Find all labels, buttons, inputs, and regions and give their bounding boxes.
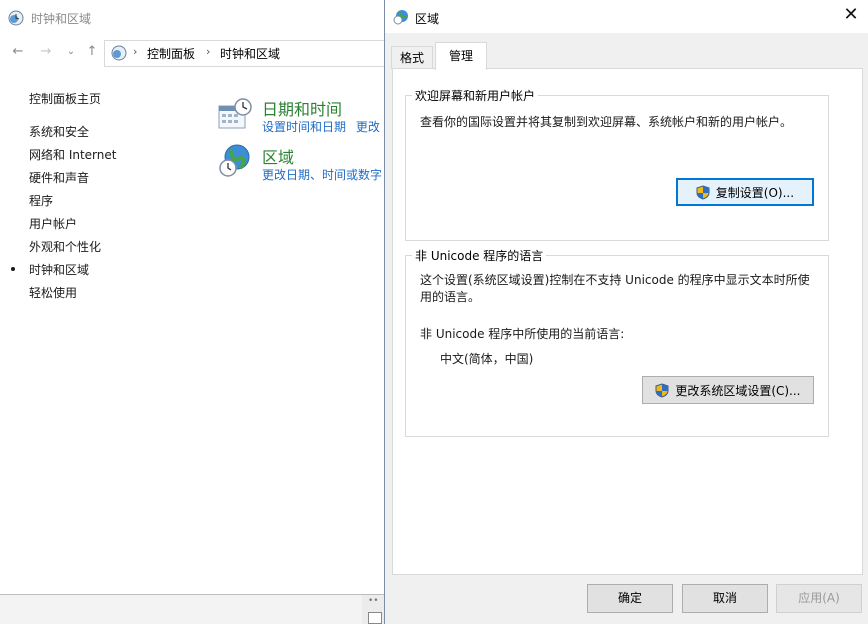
taskbar-area bbox=[0, 592, 385, 624]
sidebar-item-network[interactable]: 网络和 Internet bbox=[29, 146, 116, 163]
clock-region-icon bbox=[8, 10, 24, 26]
current-language-value: 中文(简体，中国) bbox=[440, 352, 534, 366]
tab-page-administrative: 欢迎屏幕和新用户帐户 查看你的国际设置并将其复制到欢迎屏幕、系统帐户和新的用户帐… bbox=[392, 68, 863, 575]
apply-button[interactable]: 应用(A) bbox=[776, 584, 862, 613]
welcome-group-description: 查看你的国际设置并将其复制到欢迎屏幕、系统帐户和新的用户帐户。 bbox=[420, 115, 793, 129]
forward-arrow-icon[interactable]: → bbox=[38, 44, 54, 60]
control-panel-window: 时钟和区域 ← → ⌄ ↑ › 控制面板 › 时钟和区域 控制面板主页 系统和安… bbox=[0, 0, 386, 595]
sidebar-item-home[interactable]: 控制面板主页 bbox=[29, 90, 101, 107]
non-unicode-group: 非 Unicode 程序的语言 这个设置(系统区域设置)控制在不支持 Unico… bbox=[405, 247, 829, 437]
sidebar-item-programs[interactable]: 程序 bbox=[29, 192, 53, 209]
copy-settings-button[interactable]: 复制设置(O)... bbox=[676, 178, 814, 206]
address-bar[interactable]: › 控制面板 › 时钟和区域 bbox=[104, 40, 386, 67]
back-arrow-icon[interactable]: ← bbox=[10, 44, 26, 60]
category-links-date-time: 设置时间和日期 更改 bbox=[262, 118, 386, 135]
region-dialog: 区域 ✕ 格式 管理 欢迎屏幕和新用户帐户 查看你的国际设置并将其复制到欢迎屏幕… bbox=[384, 0, 868, 624]
change-system-locale-button[interactable]: 更改系统区域设置(C)... bbox=[642, 376, 814, 404]
sidebar-item-accounts[interactable]: 用户帐户 bbox=[29, 215, 77, 232]
category-links-region: 更改日期、时间或数字 bbox=[262, 166, 388, 183]
welcome-screen-group: 欢迎屏幕和新用户帐户 查看你的国际设置并将其复制到欢迎屏幕、系统帐户和新的用户帐… bbox=[405, 87, 829, 241]
recent-dropdown-icon[interactable]: ⌄ bbox=[63, 44, 79, 60]
sidebar-item-security[interactable]: 系统和安全 bbox=[29, 123, 89, 140]
breadcrumb-control-panel[interactable]: 控制面板 bbox=[147, 45, 195, 62]
resize-dots-icon: •• bbox=[368, 596, 379, 606]
chevron-right-icon: › bbox=[206, 45, 211, 58]
current-language-label: 非 Unicode 程序中所使用的当前语言: bbox=[420, 327, 625, 341]
non-unicode-description: 这个设置(系统区域设置)控制在不支持 Unicode 的程序中显示文本时所使用的… bbox=[420, 273, 810, 304]
copy-settings-label: 复制设置(O)... bbox=[715, 185, 795, 200]
region-globe-icon bbox=[219, 144, 250, 177]
current-item-bullet bbox=[11, 267, 15, 271]
chevron-right-icon: › bbox=[133, 45, 138, 58]
link-change-date-time-number[interactable]: 更改日期、时间或数字 bbox=[262, 168, 382, 182]
link-change[interactable]: 更改 bbox=[356, 120, 380, 134]
ok-button[interactable]: 确定 bbox=[587, 584, 673, 613]
checkbox-icon bbox=[368, 612, 382, 624]
uac-shield-icon bbox=[696, 185, 710, 200]
breadcrumb-clock-region[interactable]: 时钟和区域 bbox=[220, 45, 280, 62]
change-system-locale-label: 更改系统区域设置(C)... bbox=[675, 383, 801, 398]
up-arrow-icon[interactable]: ↑ bbox=[84, 44, 100, 60]
uac-shield-icon bbox=[655, 383, 669, 398]
category-title-region[interactable]: 区域 bbox=[262, 144, 294, 168]
sidebar-item-ease-of-access[interactable]: 轻松使用 bbox=[29, 284, 77, 301]
sidebar-item-label: 时钟和区域 bbox=[29, 263, 90, 277]
link-set-time-date[interactable]: 设置时间和日期 bbox=[262, 120, 346, 134]
close-icon[interactable]: ✕ bbox=[841, 5, 861, 25]
date-time-icon bbox=[218, 98, 252, 129]
tab-administrative[interactable]: 管理 bbox=[435, 42, 487, 70]
non-unicode-group-legend: 非 Unicode 程序的语言 bbox=[412, 247, 547, 264]
sidebar-item-appearance[interactable]: 外观和个性化 bbox=[29, 238, 101, 255]
control-panel-title: 时钟和区域 bbox=[31, 12, 92, 26]
region-globe-icon bbox=[393, 10, 408, 25]
sidebar-item-clock-region[interactable]: 时钟和区域 bbox=[11, 261, 90, 278]
sidebar-item-hardware[interactable]: 硬件和声音 bbox=[29, 169, 89, 186]
control-panel-titlebar: 时钟和区域 bbox=[0, 0, 385, 36]
tab-format[interactable]: 格式 bbox=[391, 46, 433, 69]
category-title-date-time[interactable]: 日期和时间 bbox=[262, 96, 342, 120]
control-panel-icon bbox=[111, 45, 127, 61]
dialog-title: 区域 bbox=[415, 12, 440, 26]
dialog-titlebar: 区域 ✕ bbox=[385, 0, 868, 33]
welcome-group-legend: 欢迎屏幕和新用户帐户 bbox=[412, 87, 539, 104]
cancel-button[interactable]: 取消 bbox=[682, 584, 768, 613]
